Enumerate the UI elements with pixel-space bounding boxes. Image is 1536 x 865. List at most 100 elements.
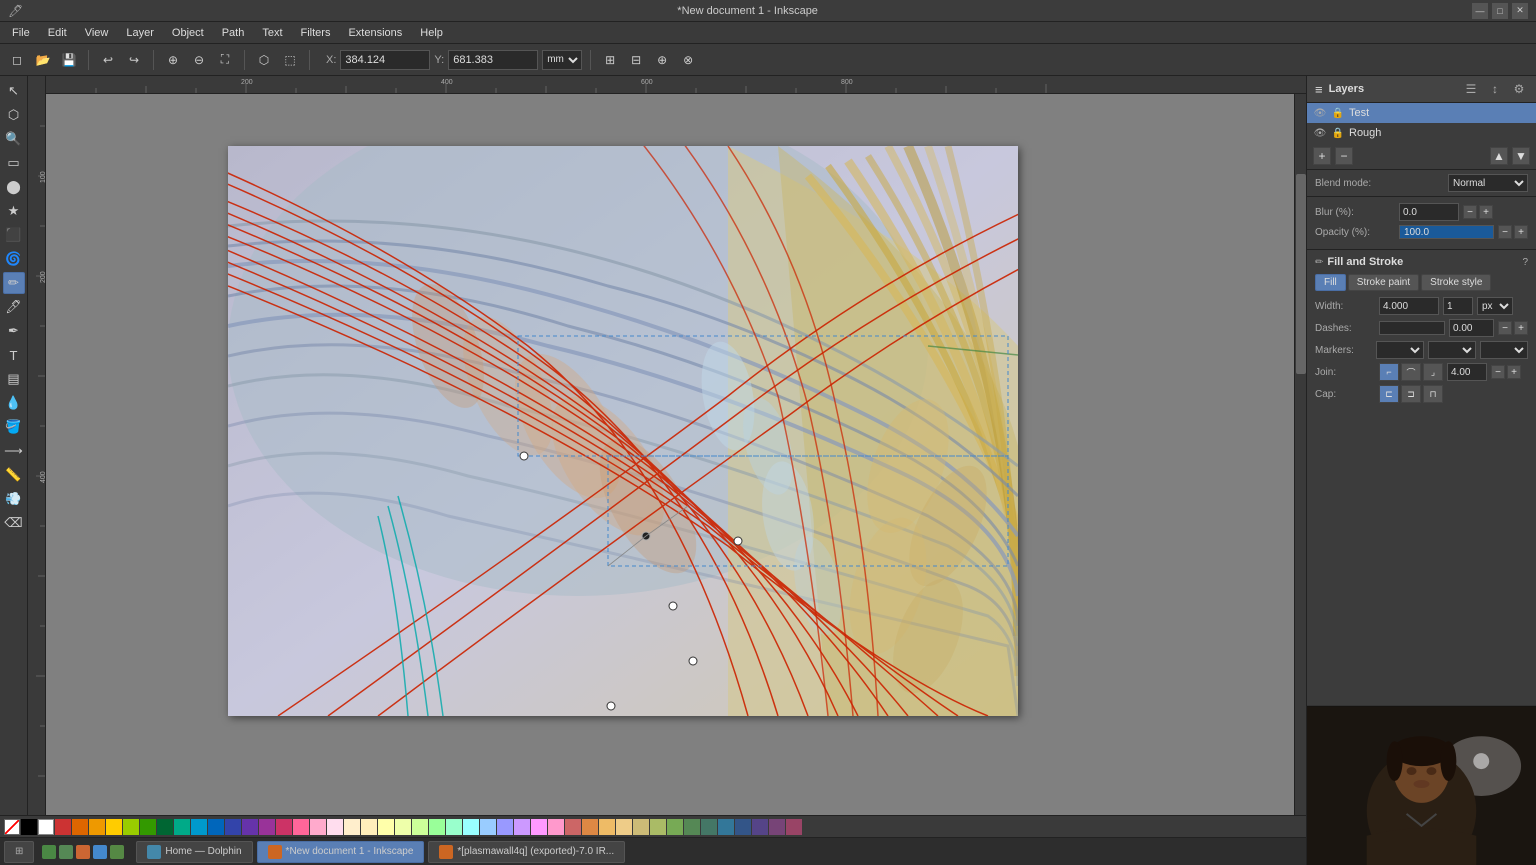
opacity-slider[interactable]: 100.0 [1399,225,1494,239]
color-pink-dark[interactable] [276,819,292,835]
taskbar-exported[interactable]: *[plasmawall4q] (exported)-7.0 IR... [428,841,625,863]
menu-file[interactable]: File [4,25,38,41]
menu-filters[interactable]: Filters [293,25,339,41]
color-gold[interactable] [599,819,615,835]
color-sky[interactable] [480,819,496,835]
toolbar-grid[interactable]: ⊟ [625,49,647,71]
fill-stroke-help[interactable]: ? [1522,257,1528,268]
toolbar-extra1[interactable]: ⊕ [651,49,673,71]
color-pale-yellow[interactable] [378,819,394,835]
vertical-scrollbar[interactable] [1294,94,1306,853]
color-green[interactable] [140,819,156,835]
tool-calligraphy[interactable]: ✒ [3,320,25,342]
toolbar-redo[interactable]: ↪ [123,49,145,71]
toolbar-zoom-out[interactable]: ⊖ [188,49,210,71]
tool-spray[interactable]: 💨 [3,488,25,510]
menu-object[interactable]: Object [164,25,212,41]
tool-text[interactable]: T [3,344,25,366]
color-blue[interactable] [208,819,224,835]
opacity-plus[interactable]: + [1514,225,1528,239]
tool-eraser[interactable]: ⌫ [3,512,25,534]
color-olive[interactable] [650,819,666,835]
join-bevel[interactable]: ⌟ [1423,363,1443,381]
layer-up-btn[interactable]: ▲ [1490,147,1508,165]
color-yellow[interactable] [106,819,122,835]
blend-mode-select[interactable]: Normal Multiply Screen Overlay [1448,174,1528,192]
color-cyan[interactable] [191,819,207,835]
dashes-plus[interactable]: + [1514,321,1528,335]
menu-help[interactable]: Help [412,25,451,41]
layers-sync-btn[interactable]: ↕ [1486,80,1504,98]
cap-butt[interactable]: ⊏ [1379,385,1399,403]
tool-star[interactable]: ★ [3,200,25,222]
taskbar-dolphin[interactable]: Home — Dolphin [136,841,252,863]
color-lime[interactable] [412,819,428,835]
color-red[interactable] [55,819,71,835]
toolbar-snap[interactable]: ⊞ [599,49,621,71]
color-sand[interactable] [616,819,632,835]
color-sage[interactable] [667,819,683,835]
toolbar-extra2[interactable]: ⊗ [677,49,699,71]
toolbar-open[interactable]: 📂 [32,49,54,71]
tool-rect[interactable]: ▭ [3,152,25,174]
markers-end[interactable] [1480,341,1528,359]
color-lime-pale[interactable] [395,819,411,835]
tool-node[interactable]: ⬡ [3,104,25,126]
color-orchid[interactable] [531,819,547,835]
join-round[interactable]: ⌒ [1401,363,1421,381]
color-pink[interactable] [293,819,309,835]
blur-input[interactable] [1399,203,1459,221]
menu-path[interactable]: Path [214,25,253,41]
color-pink-light[interactable] [310,819,326,835]
color-green-dark[interactable] [157,819,173,835]
layer-lock-test[interactable]: 🔒 [1331,106,1345,120]
layer-item-test[interactable]: 👁 🔒 Test [1307,103,1536,123]
color-teal[interactable] [174,819,190,835]
menu-view[interactable]: View [77,25,117,41]
tab-fill[interactable]: Fill [1315,274,1346,291]
menu-text[interactable]: Text [254,25,290,41]
color-terra[interactable] [565,819,581,835]
width-1[interactable] [1443,297,1473,315]
color-mauve[interactable] [514,819,530,835]
layer-remove-btn[interactable]: − [1335,147,1353,165]
cap-round[interactable]: ⊐ [1401,385,1421,403]
layers-menu-btn[interactable]: ☰ [1462,80,1480,98]
color-rose[interactable] [548,819,564,835]
dashes-minus[interactable]: − [1498,321,1512,335]
width-input[interactable] [1379,297,1439,315]
color-navy[interactable] [735,819,751,835]
tool-pen[interactable]: 🖊 [3,296,25,318]
color-plum[interactable] [769,819,785,835]
color-indigo[interactable] [752,819,768,835]
tool-ellipse[interactable]: ⬤ [3,176,25,198]
color-black[interactable] [21,819,37,835]
dashes-input[interactable] [1449,319,1494,337]
tool-connector[interactable]: ⟶ [3,440,25,462]
tool-spiral[interactable]: 🌀 [3,248,25,270]
menu-edit[interactable]: Edit [40,25,75,41]
color-pink-pale[interactable] [327,819,343,835]
markers-start[interactable] [1376,341,1424,359]
color-blue-dark[interactable] [225,819,241,835]
scrollbar-thumb-v[interactable] [1296,174,1306,374]
color-cyan-pale[interactable] [463,819,479,835]
color-khaki[interactable] [633,819,649,835]
toolbar-zoom-in[interactable]: ⊕ [162,49,184,71]
tool-paint[interactable]: 🪣 [3,416,25,438]
join-value[interactable] [1447,363,1487,381]
no-fill-swatch[interactable] [4,819,20,835]
tool-3d[interactable]: ⬛ [3,224,25,246]
color-orange-dark[interactable] [72,819,88,835]
tool-measure[interactable]: 📏 [3,464,25,486]
color-orange[interactable] [89,819,105,835]
tool-pencil[interactable]: ✏ [3,272,25,294]
toolbar-save[interactable]: 💾 [58,49,80,71]
color-peach[interactable] [344,819,360,835]
color-yellow-green[interactable] [123,819,139,835]
tab-stroke-paint[interactable]: Stroke paint [1348,274,1419,291]
taskbar-inkscape[interactable]: *New document 1 - Inkscape [257,841,425,863]
menu-layer[interactable]: Layer [118,25,162,41]
x-input[interactable] [340,50,430,70]
toolbar-align[interactable]: ⬚ [279,49,301,71]
